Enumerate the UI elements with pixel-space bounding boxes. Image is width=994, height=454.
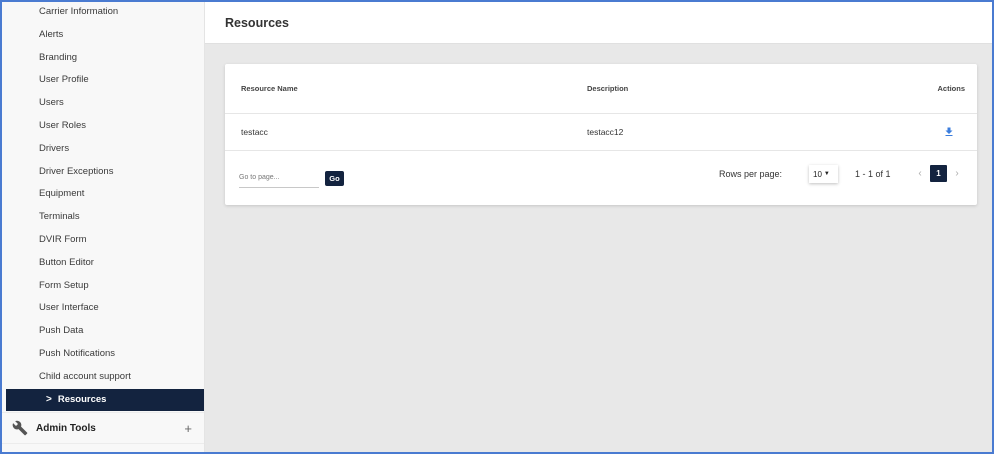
pagination: ‹ 1 › xyxy=(913,165,964,182)
next-page-button[interactable]: › xyxy=(950,168,964,179)
rows-per-page-value: 10 xyxy=(813,169,822,179)
sidebar-item-push-notifications[interactable]: Push Notifications xyxy=(2,343,204,366)
pagination-range: 1 - 1 of 1 xyxy=(855,169,891,179)
sidebar-item-label: Resources xyxy=(57,393,107,405)
column-header-actions: Actions xyxy=(937,84,965,93)
column-header-resource-name[interactable]: Resource Name xyxy=(241,84,587,93)
sidebar-item-equipment[interactable]: Equipment xyxy=(2,183,204,206)
sidebar-item-drivers[interactable]: Drivers xyxy=(2,138,204,161)
main-content: Resources Resource Name Description Acti… xyxy=(205,2,992,452)
rows-per-page-label: Rows per page: xyxy=(719,169,783,179)
table-header: Resource Name Description Actions xyxy=(225,64,977,114)
table-row[interactable]: testacc testacc12 xyxy=(225,114,977,151)
cell-description: testacc12 xyxy=(587,127,624,137)
app-frame: Carrier Information Alerts Branding User… xyxy=(0,0,994,454)
admin-tools-label: Admin Tools xyxy=(36,422,96,434)
sidebar-item-child-account-support[interactable]: Child account support xyxy=(2,366,204,389)
download-icon[interactable] xyxy=(943,126,955,138)
sidebar-list: Carrier Information Alerts Branding User… xyxy=(2,2,204,412)
cell-resource-name: testacc xyxy=(241,127,268,137)
sidebar-item-user-interface[interactable]: User Interface xyxy=(2,297,204,320)
prev-page-button[interactable]: ‹ xyxy=(913,168,927,179)
sidebar-item-terminals[interactable]: Terminals xyxy=(2,206,204,229)
resources-table-card: Resource Name Description Actions testac… xyxy=(225,64,977,205)
sidebar-item-resources[interactable]: > Resources xyxy=(6,388,204,412)
sidebar: Carrier Information Alerts Branding User… xyxy=(2,2,205,452)
sidebar-item-branding[interactable]: Branding xyxy=(2,47,204,70)
wrench-icon xyxy=(12,420,28,436)
go-button[interactable]: Go xyxy=(325,171,344,186)
sidebar-item-carrier-information[interactable]: Carrier Information xyxy=(2,2,204,24)
sidebar-item-driver-exceptions[interactable]: Driver Exceptions xyxy=(2,161,204,184)
caret-down-icon: ▼ xyxy=(823,171,830,177)
goto-page-input[interactable] xyxy=(239,167,319,188)
table-footer: Go Rows per page: 10 ▼ 1 - 1 of 1 ‹ 1 › xyxy=(225,151,977,204)
sidebar-item-button-editor[interactable]: Button Editor xyxy=(2,252,204,275)
sidebar-item-user-roles[interactable]: User Roles xyxy=(2,115,204,138)
plus-icon[interactable]: + xyxy=(184,421,192,436)
column-header-description[interactable]: Description xyxy=(587,84,905,93)
sidebar-item-push-data[interactable]: Push Data xyxy=(2,320,204,343)
sidebar-item-user-profile[interactable]: User Profile xyxy=(2,69,204,92)
rows-per-page-select[interactable]: 10 ▼ xyxy=(809,165,838,183)
chevron-right-icon: > xyxy=(46,393,52,405)
page-header: Resources xyxy=(205,2,992,44)
sidebar-item-dvir-form[interactable]: DVIR Form xyxy=(2,229,204,252)
sidebar-item-users[interactable]: Users xyxy=(2,92,204,115)
sidebar-item-form-setup[interactable]: Form Setup xyxy=(2,275,204,298)
admin-tools-toggle[interactable]: Admin Tools + xyxy=(2,412,204,444)
page-title: Resources xyxy=(225,15,289,30)
page-button-current[interactable]: 1 xyxy=(930,165,947,182)
sidebar-item-alerts[interactable]: Alerts xyxy=(2,24,204,47)
cell-actions xyxy=(905,126,965,138)
